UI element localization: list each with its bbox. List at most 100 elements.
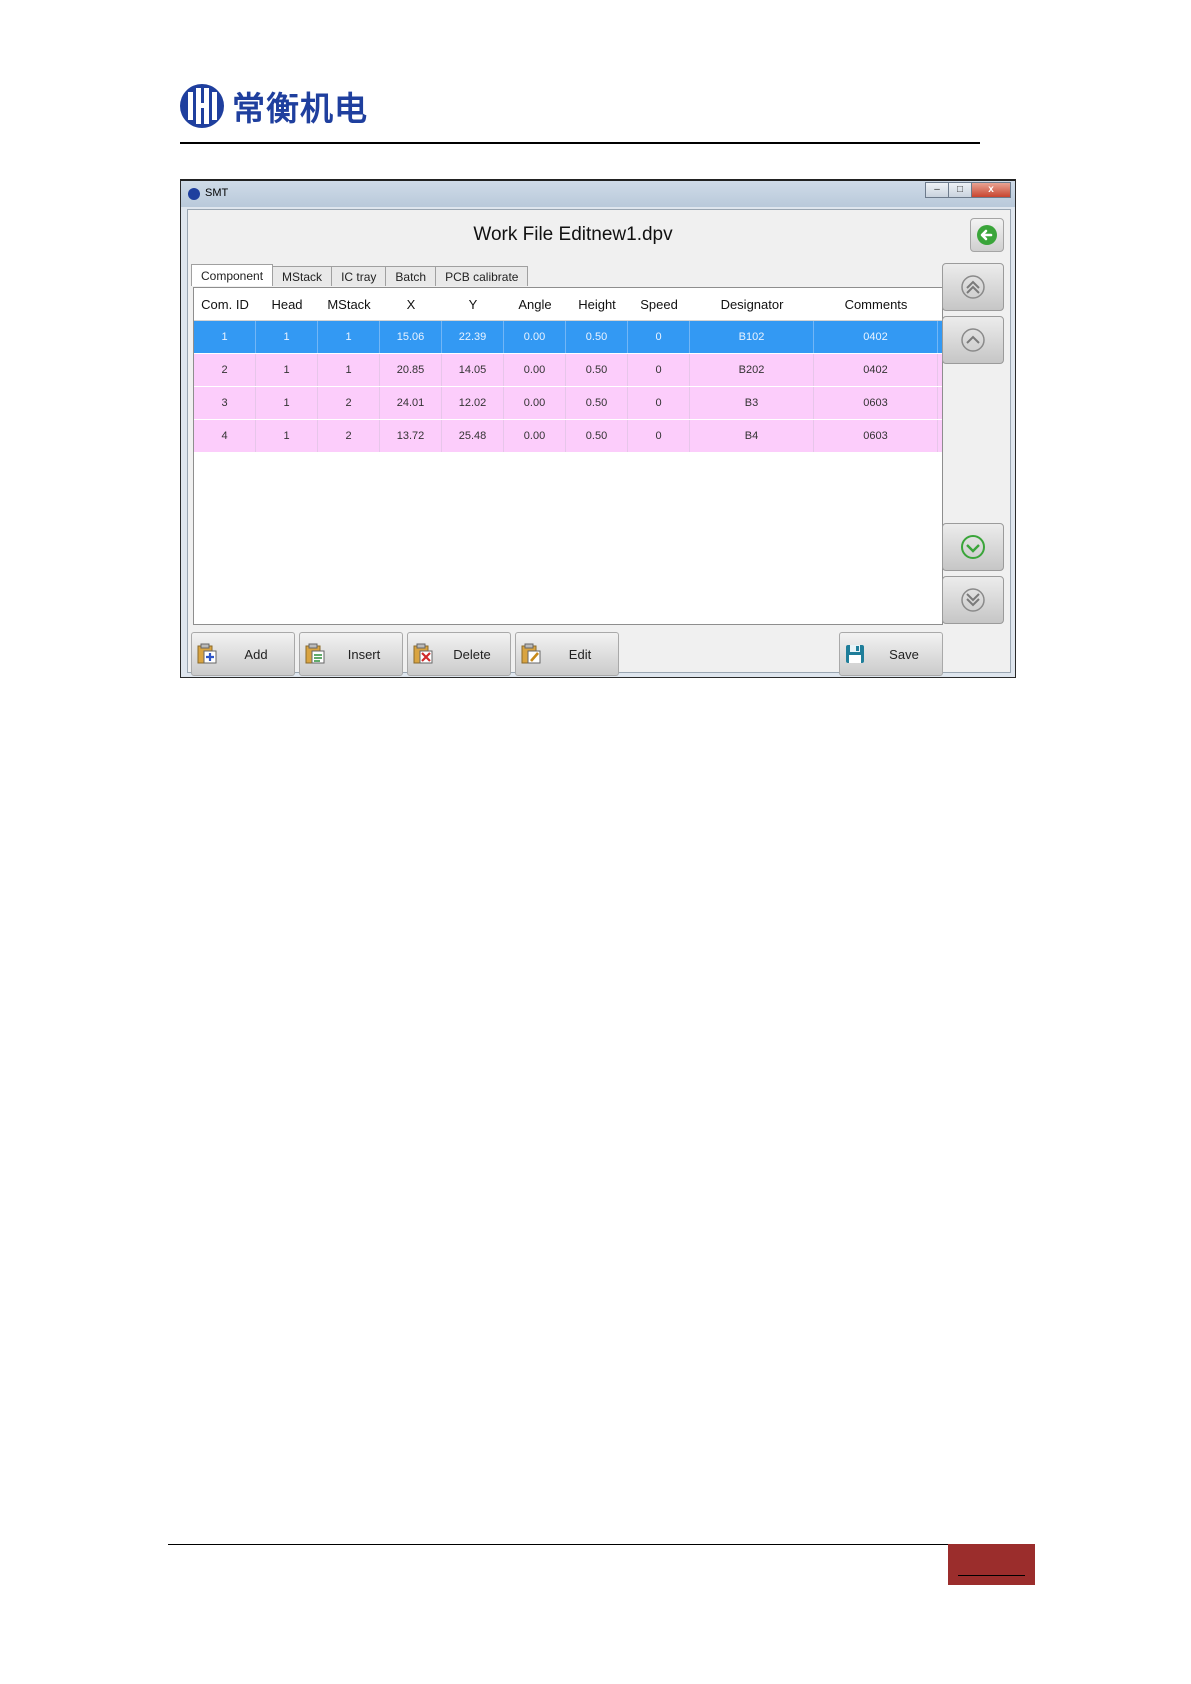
chevron-down-icon (961, 535, 985, 559)
table-cell: 0.50 (566, 420, 628, 452)
table-cell: 2 (194, 354, 256, 386)
scroll-last-button[interactable] (942, 576, 1004, 624)
table-cell: 12.02 (442, 387, 504, 419)
table-cell: 0.50 (566, 354, 628, 386)
save-button[interactable]: Save (839, 632, 943, 676)
table-cell: 0.00 (504, 387, 566, 419)
table-cell: 0 (628, 420, 690, 452)
scroll-down-button[interactable] (942, 523, 1004, 571)
company-logo: 常衡机电 (178, 82, 368, 130)
table-cell: 0402 (814, 354, 938, 386)
footer-divider (168, 1544, 948, 1545)
table-cell: 0.00 (504, 321, 566, 353)
table-cell: 0.50 (566, 321, 628, 353)
table-cell: 1 (318, 321, 380, 353)
tab-batch[interactable]: Batch (385, 266, 437, 286)
save-button-label: Save (889, 647, 919, 662)
table-cell: 1 (256, 354, 318, 386)
scroll-up-button[interactable] (942, 316, 1004, 364)
minimize-button[interactable]: – (925, 182, 949, 198)
window-client-area: Work File Editnew1.dpv Component MStack … (187, 209, 1011, 676)
delete-button-label: Delete (453, 647, 491, 662)
page-number-box (948, 1544, 1035, 1585)
window-title: SMT (205, 187, 229, 199)
table-cell: 0603 (814, 420, 938, 452)
insert-button[interactable]: Insert (299, 632, 403, 676)
chevron-up-icon (961, 328, 985, 352)
table-row-selected[interactable]: 1 1 1 15.06 22.39 0.00 0.50 0 B102 0402 (194, 321, 942, 354)
table-cell: B102 (690, 321, 814, 353)
clipboard-delete-icon (413, 643, 433, 664)
back-arrow-icon (977, 225, 997, 245)
table-cell: 25.48 (442, 420, 504, 452)
page-title: Work File Editnew1.dpv (473, 224, 673, 245)
table-cell: 1 (256, 420, 318, 452)
add-button-label: Add (244, 647, 268, 662)
column-header[interactable]: MStack (318, 297, 380, 312)
header-divider (180, 142, 980, 144)
component-table: Com. ID Head MStack X Y Angle Height Spe… (193, 287, 943, 625)
table-cell: 2 (318, 387, 380, 419)
table-cell: 0603 (814, 387, 938, 419)
table-cell: 24.01 (380, 387, 442, 419)
page-number-underline (958, 1575, 1025, 1576)
close-button[interactable]: x (971, 182, 1011, 198)
table-cell: 0.00 (504, 354, 566, 386)
tab-pcb-calibrate[interactable]: PCB calibrate (435, 266, 529, 286)
maximize-button[interactable]: □ (948, 182, 972, 198)
table-cell: 20.85 (380, 354, 442, 386)
window-controls: – □ x (925, 182, 1011, 198)
add-button[interactable]: Add (191, 632, 295, 676)
table-cell: 0402 (814, 321, 938, 353)
table-row[interactable]: 3 1 2 24.01 12.02 0.00 0.50 0 B3 0603 (194, 387, 942, 420)
clipboard-add-icon (197, 643, 217, 664)
table-cell: 0 (628, 354, 690, 386)
column-header[interactable]: Height (566, 297, 628, 312)
column-header[interactable]: Angle (504, 297, 566, 312)
table-cell: B3 (690, 387, 814, 419)
column-header[interactable]: Head (256, 297, 318, 312)
column-header[interactable]: X (380, 297, 442, 312)
app-icon (188, 188, 200, 200)
insert-button-label: Insert (347, 647, 381, 662)
tab-bar: Component MStack IC tray Batch PCB calib… (191, 264, 529, 286)
table-cell: 13.72 (380, 420, 442, 452)
window-titlebar[interactable]: SMT – □ x (181, 181, 1015, 207)
delete-button[interactable]: Delete (407, 632, 511, 676)
table-row[interactable]: 2 1 1 20.85 14.05 0.00 0.50 0 B202 0402 (194, 354, 942, 387)
column-header[interactable]: Com. ID (194, 297, 256, 312)
table-cell: 0 (628, 387, 690, 419)
table-cell: 1 (194, 321, 256, 353)
table-cell: 1 (256, 387, 318, 419)
clipboard-edit-icon (521, 643, 541, 664)
edit-button-label: Edit (568, 647, 592, 662)
tab-component[interactable]: Component (191, 264, 274, 286)
tab-ic-tray[interactable]: IC tray (331, 266, 387, 286)
table-cell: 0.00 (504, 420, 566, 452)
table-cell: 22.39 (442, 321, 504, 353)
floppy-disk-icon (846, 645, 864, 663)
clipboard-insert-icon (305, 643, 325, 664)
table-cell: 14.05 (442, 354, 504, 386)
table-cell: 0 (628, 321, 690, 353)
table-cell: B202 (690, 354, 814, 386)
app-window: SMT – □ x Work File Editnew1.dpv Compone… (180, 179, 1016, 678)
back-button[interactable] (970, 218, 1004, 252)
table-cell: 15.06 (380, 321, 442, 353)
table-cell: 4 (194, 420, 256, 452)
tab-mstack[interactable]: MStack (272, 266, 333, 286)
column-header[interactable]: Comments (814, 297, 938, 312)
table-cell: B4 (690, 420, 814, 452)
double-chevron-down-icon (961, 588, 985, 612)
table-header: Com. ID Head MStack X Y Angle Height Spe… (194, 288, 942, 321)
scroll-first-button[interactable] (942, 263, 1004, 311)
table-cell: 0.50 (566, 387, 628, 419)
column-header[interactable]: Y (442, 297, 504, 312)
table-cell: 3 (194, 387, 256, 419)
column-header[interactable]: Designator (690, 297, 814, 312)
column-header[interactable]: Speed (628, 297, 690, 312)
table-cell: 1 (318, 354, 380, 386)
table-cell: 1 (256, 321, 318, 353)
table-row[interactable]: 4 1 2 13.72 25.48 0.00 0.50 0 B4 0603 (194, 420, 942, 453)
edit-button[interactable]: Edit (515, 632, 619, 676)
